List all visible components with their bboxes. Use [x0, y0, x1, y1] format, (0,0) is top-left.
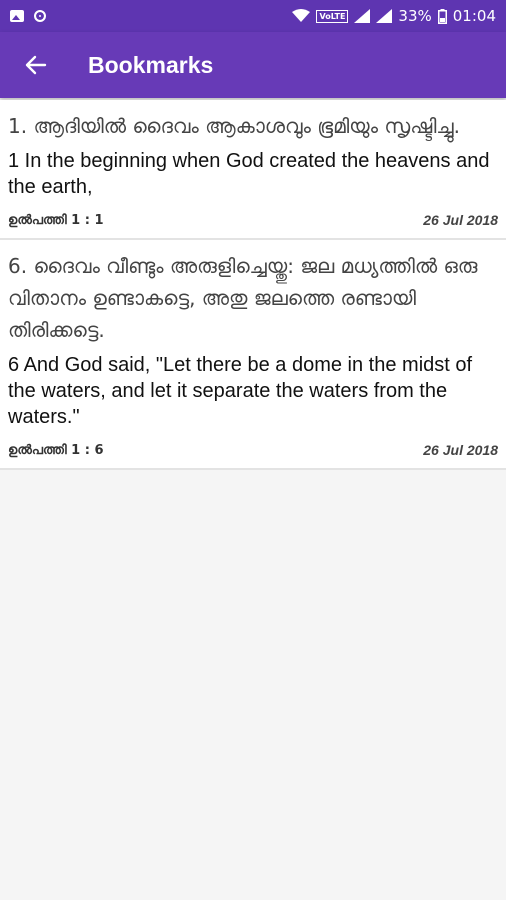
- bookmark-meta: ഉൽപത്തി 1 : 1 26 Jul 2018: [8, 210, 498, 230]
- status-bar: VoLTE 33% 01:04: [0, 0, 506, 32]
- bookmark-meta: ഉൽപത്തി 1 : 6 26 Jul 2018: [8, 440, 498, 460]
- verse-reference: ഉൽപത്തി 1 : 6: [8, 442, 104, 458]
- malayalam-verse: 1. ആദിയിൽ ദൈവം ആകാശവും ഭൂമിയും സൃഷ്ടിച്ച…: [8, 114, 460, 138]
- battery-percent: 33%: [398, 7, 432, 25]
- bookmark-date: 26 Jul 2018: [423, 442, 498, 458]
- app-bar: Bookmarks: [0, 32, 506, 98]
- malayalam-verse: 6. ദൈവം വീണ്ടും അരുളിച്ചെയ്തു: ജല മധ്യത്…: [8, 254, 478, 342]
- bookmark-date: 26 Jul 2018: [423, 212, 498, 228]
- bookmark-item[interactable]: 6. ദൈവം വീണ്ടും അരുളിച്ചെയ്തു: ജല മധ്യത്…: [0, 240, 506, 470]
- verse-reference: ഉൽപത്തി 1 : 1: [8, 212, 104, 228]
- volte-badge: VoLTE: [316, 9, 349, 23]
- battery-icon: [437, 8, 447, 24]
- back-button[interactable]: [8, 37, 64, 93]
- bookmark-item[interactable]: 1. ആദിയിൽ ദൈവം ആകാശവും ഭൂമിയും സൃഷ്ടിച്ച…: [0, 100, 506, 240]
- signal-icon: [354, 9, 371, 23]
- wifi-icon: [292, 9, 311, 22]
- clock: 01:04: [452, 7, 496, 25]
- page-title: Bookmarks: [88, 51, 214, 78]
- arrow-left-icon: [25, 55, 47, 75]
- gallery-notification-icon: [10, 10, 24, 22]
- english-verse: 6 And God said, "Let there be a dome in …: [8, 354, 473, 428]
- bookmarks-list: 1. ആദിയിൽ ദൈവം ആകാശവും ഭൂമിയും സൃഷ്ടിച്ച…: [0, 100, 506, 470]
- english-verse: 1 In the beginning when God created the …: [8, 150, 490, 198]
- sync-notification-icon: [34, 10, 46, 22]
- signal-2-icon: [376, 9, 393, 23]
